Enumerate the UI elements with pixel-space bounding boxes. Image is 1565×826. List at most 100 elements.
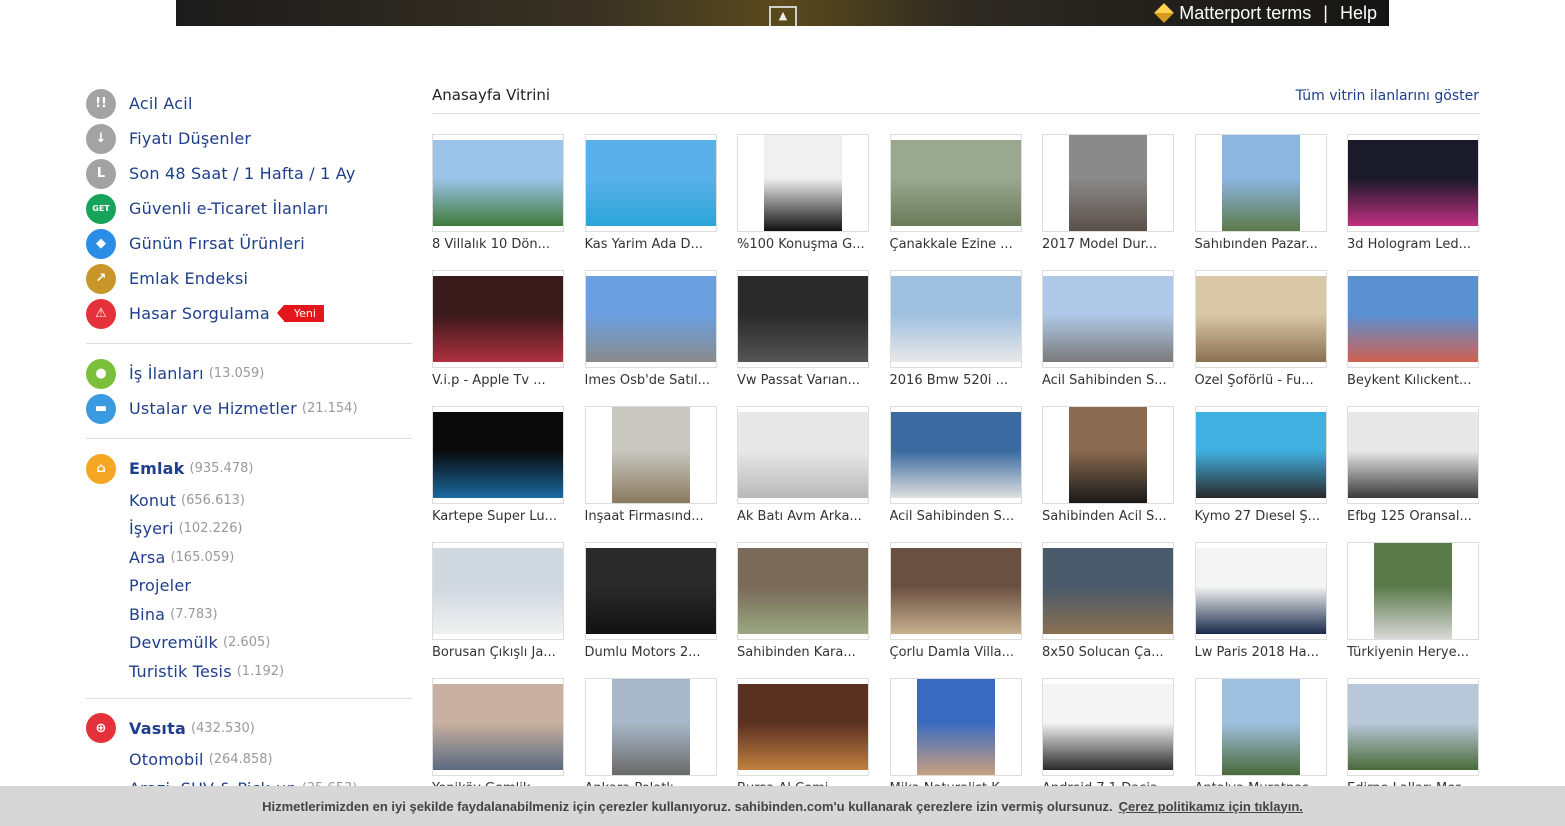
listing-image[interactable] [890, 275, 1021, 363]
listing-title[interactable]: Sahıbınden Pazar... [1195, 237, 1327, 252]
listing-card[interactable]: Özel Şoförlü - Fu... [1194, 270, 1327, 388]
listing-card[interactable]: 2017 Model Dur... [1042, 134, 1174, 252]
listing-title[interactable]: Kartepe Super Lu... [432, 509, 564, 524]
listing-card[interactable]: %100 Konuşma G... [737, 134, 869, 252]
listing-image[interactable] [1221, 679, 1300, 775]
show-all-link[interactable]: Tüm vitrin ilanlarını göster [1296, 88, 1479, 113]
sidebar-quick-label[interactable]: Hasar Sorgulama [129, 304, 270, 323]
listing-thumbnail[interactable] [432, 270, 564, 368]
listing-image[interactable] [1195, 547, 1326, 635]
listing-thumbnail[interactable] [432, 678, 564, 776]
listing-title[interactable]: Lw Paris 2018 Ha... [1195, 645, 1327, 660]
subcategory-item[interactable]: Devremülk (2.605) [86, 629, 412, 658]
listing-image[interactable] [1348, 139, 1478, 227]
listing-thumbnail[interactable] [1042, 270, 1174, 368]
listing-image[interactable] [1348, 683, 1478, 771]
listing-card[interactable]: 3d Hologram Led... [1347, 134, 1479, 252]
listing-image[interactable] [738, 547, 868, 635]
subcategory-item[interactable]: Otomobil (264.858) [86, 746, 412, 775]
sidebar-quick-label[interactable]: Son 48 Saat / 1 Hafta / 1 Ay [129, 164, 356, 183]
listing-thumbnail[interactable] [432, 406, 564, 504]
listing-thumbnail[interactable] [584, 134, 717, 232]
category-vasita[interactable]: ⊕ Vasıta (432.530) [86, 711, 412, 746]
listing-thumbnail[interactable] [1347, 134, 1479, 232]
listing-image[interactable] [433, 139, 563, 227]
listing-card[interactable]: Çorlu Damla Villa... [889, 542, 1022, 660]
listing-image[interactable] [433, 683, 563, 771]
subcategory-label[interactable]: İşyeri [129, 519, 174, 538]
sidebar-service-label[interactable]: Ustalar ve Hizmetler [129, 399, 297, 418]
listing-image[interactable] [585, 139, 716, 227]
listing-thumbnail[interactable] [889, 678, 1022, 776]
listing-thumbnail[interactable] [584, 270, 717, 368]
listing-image[interactable] [1374, 543, 1452, 639]
listing-card[interactable]: Yeniköy Gemlik ... [432, 678, 564, 796]
listing-thumbnail[interactable] [584, 542, 717, 640]
sidebar-service-item[interactable]: ● İş İlanları (13.059) [86, 356, 412, 391]
listing-title[interactable]: Beykent Kılıckent... [1347, 373, 1479, 388]
sidebar-quick-item[interactable]: ◆ Günün Fırsat Ürünleri [86, 226, 412, 261]
listing-card[interactable]: Dumlu Motors 2... [584, 542, 717, 660]
listing-title[interactable]: 8x50 Solucan Ça... [1042, 645, 1174, 660]
listing-title[interactable]: Acil Sahibinden S... [890, 509, 1022, 524]
listing-image[interactable] [1195, 411, 1326, 499]
listing-title[interactable]: %100 Konuşma G... [737, 237, 869, 252]
listing-image[interactable] [433, 275, 563, 363]
sidebar-service-label[interactable]: İş İlanları [129, 364, 204, 383]
listing-title[interactable]: Imes Osb'de Satıl... [585, 373, 717, 388]
subcategory-item[interactable]: Bina (7.783) [86, 600, 412, 629]
listing-title[interactable]: Inşaat Firmasınd... [585, 509, 717, 524]
listing-card[interactable]: Bursa Al Cemi... [737, 678, 869, 796]
listing-thumbnail[interactable] [1194, 406, 1327, 504]
listing-thumbnail[interactable] [1042, 542, 1174, 640]
listing-title[interactable]: Sahibinden Kara... [737, 645, 869, 660]
listing-thumbnail[interactable] [1042, 406, 1174, 504]
listing-card[interactable]: Imes Osb'de Satıl... [584, 270, 717, 388]
listing-card[interactable]: Acil Sahibinden S... [1042, 270, 1174, 388]
listing-thumbnail[interactable] [737, 270, 869, 368]
listing-image[interactable] [890, 547, 1021, 635]
sidebar-quick-label[interactable]: Acil Acil [129, 94, 193, 113]
sidebar-quick-label[interactable]: Emlak Endeksi [129, 269, 248, 288]
listing-card[interactable]: 8x50 Solucan Ça... [1042, 542, 1174, 660]
sidebar-service-item[interactable]: ▬ Ustalar ve Hizmetler (21.154) [86, 391, 412, 426]
subcategory-item[interactable]: Projeler [86, 572, 412, 601]
listing-thumbnail[interactable] [1042, 678, 1174, 776]
listing-card[interactable]: Türkiyenin Herye... [1347, 542, 1479, 660]
listing-thumbnail[interactable] [889, 542, 1022, 640]
listing-card[interactable]: Edirne Lalları Mer... [1347, 678, 1479, 796]
listing-title[interactable]: Ak Batı Avm Arka... [737, 509, 869, 524]
subcategory-label[interactable]: Arsa [129, 548, 165, 567]
listing-thumbnail[interactable] [1347, 406, 1479, 504]
listing-title[interactable]: Çanakkale Ezine ... [890, 237, 1022, 252]
listing-card[interactable]: V.i.p - Apple Tv ... [432, 270, 564, 388]
listing-image[interactable] [1069, 407, 1147, 503]
listing-card[interactable]: Sahıbınden Pazar... [1194, 134, 1327, 252]
sidebar-quick-label[interactable]: Fiyatı Düşenler [129, 129, 251, 148]
listing-thumbnail[interactable] [1194, 134, 1327, 232]
listing-image[interactable] [585, 275, 716, 363]
listing-card[interactable]: Sahibinden Acil S... [1042, 406, 1174, 524]
listing-thumbnail[interactable] [432, 542, 564, 640]
listing-title[interactable]: 2016 Bmw 520i ... [890, 373, 1022, 388]
listing-image[interactable] [1043, 547, 1173, 635]
listing-card[interactable]: Vw Passat Varıan... [737, 270, 869, 388]
listing-card[interactable]: Efbg 125 Oransal... [1347, 406, 1479, 524]
listing-card[interactable]: Kartepe Super Lu... [432, 406, 564, 524]
listing-title[interactable]: Kymo 27 Dıesel Ş... [1195, 509, 1327, 524]
listing-image[interactable] [738, 275, 868, 363]
listing-title[interactable]: V.i.p - Apple Tv ... [432, 373, 564, 388]
listing-thumbnail[interactable] [1347, 678, 1479, 776]
subcategory-item[interactable]: Turistik Tesis (1.192) [86, 657, 412, 686]
listing-card[interactable]: Çanakkale Ezine ... [889, 134, 1022, 252]
listing-title[interactable]: Vw Passat Varıan... [737, 373, 869, 388]
listing-thumbnail[interactable] [889, 134, 1022, 232]
listing-title[interactable]: Özel Şoförlü - Fu... [1195, 373, 1327, 388]
listing-thumbnail[interactable] [584, 678, 717, 776]
listing-image[interactable] [890, 139, 1021, 227]
listing-card[interactable]: Android 7.1 Dacia... [1042, 678, 1174, 796]
sidebar-quick-label[interactable]: Günün Fırsat Ürünleri [129, 234, 305, 253]
listing-thumbnail[interactable] [737, 678, 869, 776]
sidebar-quick-item[interactable]: GET Güvenli e-Ticaret İlanları [86, 191, 412, 226]
sidebar-quick-item[interactable]: ↓ Fiyatı Düşenler [86, 121, 412, 156]
